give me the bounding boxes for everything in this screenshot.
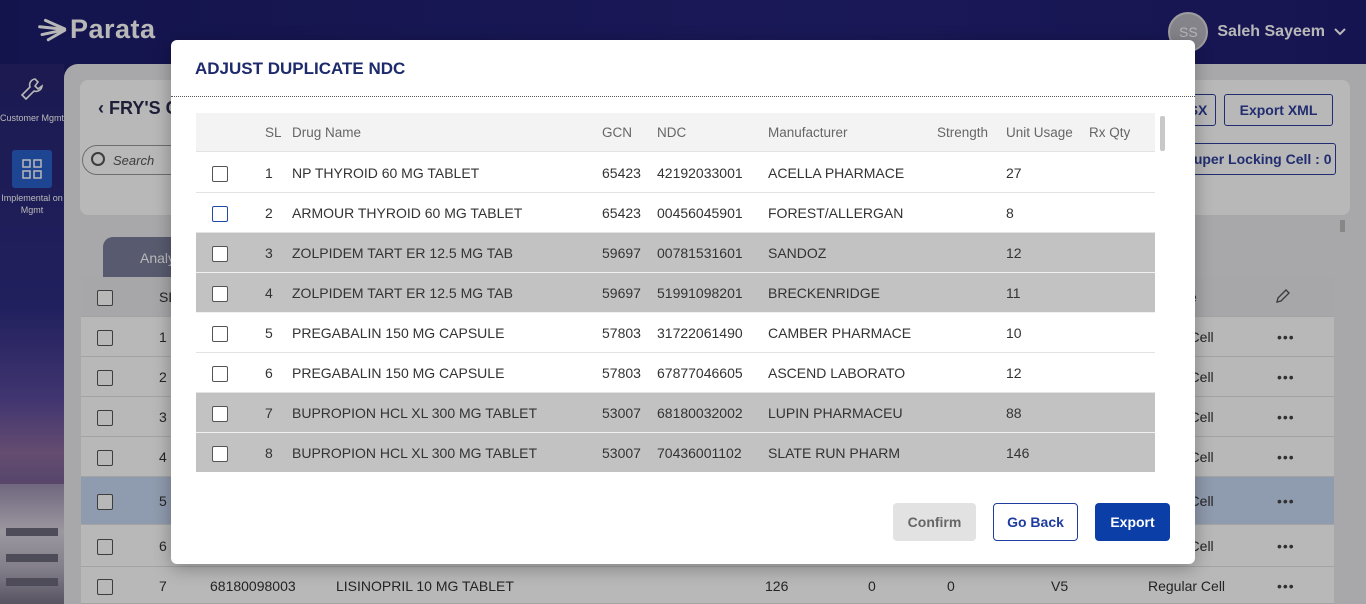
cell-ndc: 68180032002 <box>657 405 743 421</box>
column-header-manufacturer: Manufacturer <box>768 125 848 140</box>
row-checkbox[interactable] <box>212 446 228 462</box>
cell-drug-name: ZOLPIDEM TART ER 12.5 MG TAB <box>292 245 513 261</box>
cell-drug-name: ARMOUR THYROID 60 MG TABLET <box>292 205 523 221</box>
cell-gcn: 53007 <box>602 405 641 421</box>
cell-unit-usage: 12 <box>1006 245 1022 261</box>
cell-gcn: 65423 <box>602 205 641 221</box>
row-checkbox[interactable] <box>212 366 228 382</box>
table-header: SL Drug Name GCN NDC Manufacturer Streng… <box>196 113 1155 152</box>
cell-unit-usage: 146 <box>1006 445 1030 461</box>
row-checkbox[interactable] <box>212 166 228 182</box>
table-row[interactable]: 1 NP THYROID 60 MG TABLET 65423 42192033001… <box>196 153 1155 193</box>
cell-unit-usage: 11 <box>1006 285 1021 301</box>
cell-gcn: 57803 <box>602 325 641 341</box>
dialog-title: ADJUST DUPLICATE NDC <box>195 59 406 78</box>
row-checkbox[interactable] <box>212 406 228 422</box>
cell-gcn: 57803 <box>602 365 641 381</box>
table-row[interactable]: 6 PREGABALIN 150 MG CAPSULE 57803 678770466… <box>196 353 1155 393</box>
cell-drug-name: BUPROPION HCL XL 300 MG TABLET <box>292 405 538 421</box>
cell-drug-name: ZOLPIDEM TART ER 12.5 MG TAB <box>292 285 513 301</box>
table-scrollbar[interactable] <box>1160 116 1165 151</box>
row-checkbox[interactable] <box>212 246 228 262</box>
cell-unit-usage: 8 <box>1006 205 1014 221</box>
table-row[interactable]: 7 BUPROPION HCL XL 300 MG TABLET 53007 6818… <box>196 393 1155 433</box>
cell-ndc: 67877046605 <box>657 365 743 381</box>
export-button[interactable]: Export <box>1095 503 1170 541</box>
column-header-drug-name: Drug Name <box>292 125 362 140</box>
cell-gcn: 59697 <box>602 245 641 261</box>
cell-sl: 2 <box>265 205 273 221</box>
cell-ndc: 31722061490 <box>657 325 743 341</box>
cell-manufacturer: LUPIN PHARMACEU <box>768 405 903 421</box>
go-back-button[interactable]: Go Back <box>993 503 1078 541</box>
cell-drug-name: PREGABALIN 150 MG CAPSULE <box>292 365 505 381</box>
cell-manufacturer: BRECKENRIDGE <box>768 285 881 301</box>
row-checkbox[interactable] <box>212 206 228 222</box>
cell-manufacturer: ASCEND LABORATO <box>768 365 906 381</box>
table-row[interactable]: 8 BUPROPION HCL XL 300 MG TABLET 53007 7043… <box>196 433 1155 472</box>
cell-drug-name: BUPROPION HCL XL 300 MG TABLET <box>292 445 538 461</box>
column-header-rx-qty: Rx Qty <box>1089 125 1131 140</box>
cell-manufacturer: SLATE RUN PHARM <box>768 445 900 461</box>
adjust-duplicate-ndc-dialog: ADJUST DUPLICATE NDC SL Drug Name GCN ND… <box>171 40 1195 564</box>
confirm-button[interactable]: Confirm <box>893 503 976 541</box>
table-row[interactable]: 2 ARMOUR THYROID 60 MG TABLET 65423 0045604… <box>196 193 1155 233</box>
cell-sl: 5 <box>265 325 273 341</box>
cell-unit-usage: 27 <box>1006 165 1022 181</box>
cell-unit-usage: 12 <box>1006 365 1022 381</box>
cell-gcn: 53007 <box>602 445 641 461</box>
cell-ndc: 70436001102 <box>657 445 742 461</box>
cell-sl: 8 <box>265 445 273 461</box>
cell-gcn: 59697 <box>602 285 641 301</box>
cell-manufacturer: FOREST/ALLERGAN <box>768 205 904 221</box>
cell-ndc: 00781531601 <box>657 245 743 261</box>
table-row[interactable]: 5 PREGABALIN 150 MG CAPSULE 57803 317220614… <box>196 313 1155 353</box>
column-header-strength: Strength <box>937 125 989 140</box>
row-checkbox[interactable] <box>212 286 228 302</box>
dialog-divider <box>171 96 1195 97</box>
cell-manufacturer: ACELLA PHARMACE <box>768 165 905 181</box>
cell-drug-name: PREGABALIN 150 MG CAPSULE <box>292 325 505 341</box>
column-header-gcn: GCN <box>602 125 632 140</box>
cell-sl: 3 <box>265 245 273 261</box>
duplicate-ndc-table: SL Drug Name GCN NDC Manufacturer Streng… <box>196 113 1155 472</box>
cell-ndc: 51991098201 <box>657 285 743 301</box>
cell-sl: 6 <box>265 365 273 381</box>
cell-ndc: 00456045901 <box>657 205 743 221</box>
row-checkbox[interactable] <box>212 326 228 342</box>
cell-manufacturer: SANDOZ <box>768 245 827 261</box>
table-row[interactable]: 4 ZOLPIDEM TART ER 12.5 MG TAB 59697 519910… <box>196 273 1155 313</box>
cell-unit-usage: 88 <box>1006 405 1022 421</box>
cell-sl: 1 <box>265 165 273 181</box>
column-header-ndc: NDC <box>657 125 687 140</box>
cell-ndc: 42192033001 <box>657 165 743 181</box>
column-header-unit-usage: Unit Usage <box>1006 125 1073 140</box>
cell-sl: 7 <box>265 405 273 421</box>
table-row[interactable]: 3 ZOLPIDEM TART ER 12.5 MG TAB 59697 007815… <box>196 233 1155 273</box>
cell-gcn: 65423 <box>602 165 641 181</box>
column-header-sl: SL <box>265 125 282 140</box>
cell-unit-usage: 10 <box>1006 325 1022 341</box>
cell-drug-name: NP THYROID 60 MG TABLET <box>292 165 480 181</box>
cell-sl: 4 <box>265 285 273 301</box>
cell-manufacturer: CAMBER PHARMACE <box>768 325 912 341</box>
